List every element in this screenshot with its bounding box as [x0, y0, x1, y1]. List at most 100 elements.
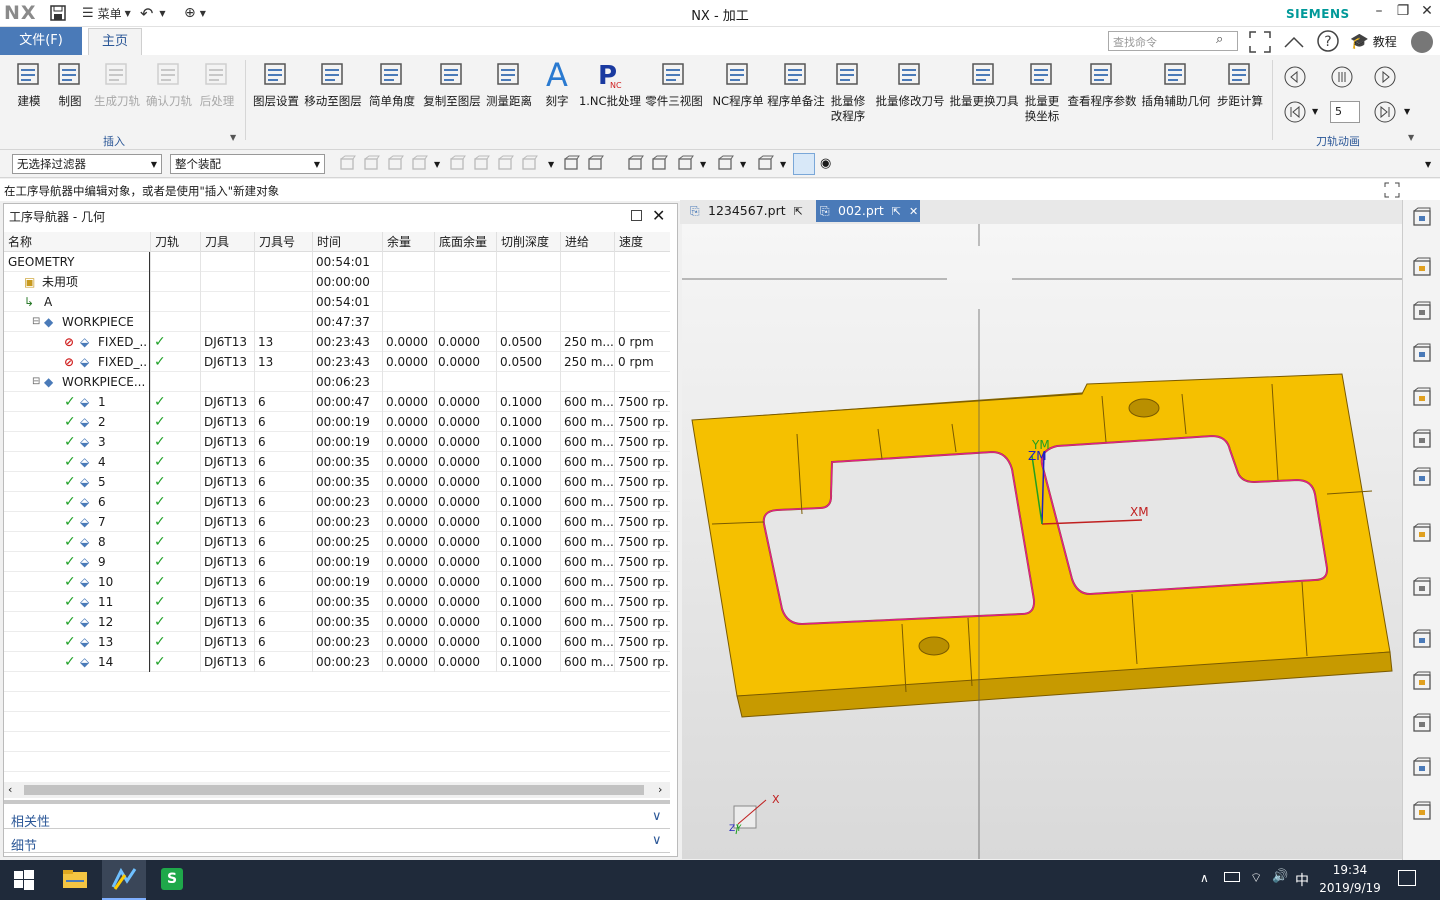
collapse-icon[interactable]: ⊟	[32, 372, 40, 392]
view-orient-icon[interactable]	[676, 155, 694, 173]
notification-icon[interactable]	[1398, 870, 1416, 886]
chevron-down-icon[interactable]: ▼	[1312, 107, 1318, 116]
ribbon-button-verify-toolpath[interactable]: 确认刀轨	[146, 58, 192, 124]
render-style-icon[interactable]	[650, 155, 668, 173]
ribbon-button-view-program-params[interactable]: 查看程序参数	[1068, 58, 1137, 124]
chevron-up-icon[interactable]: ∧	[1200, 871, 1209, 885]
table-row[interactable]: ✓ ⬙ 13 ✓ DJ6T13 6 00:00:23 0.0000 0.0000 0.1000 60…	[4, 632, 670, 652]
ribbon-button-batch-edit-program[interactable]: 批量修 改程序	[826, 58, 870, 124]
fit-view-icon[interactable]	[626, 155, 644, 173]
show-hide-icon[interactable]	[756, 155, 774, 173]
rewind-icon[interactable]	[1284, 66, 1306, 91]
fullscreen-icon[interactable]	[1248, 30, 1272, 54]
eye-icon[interactable]: ◉	[820, 156, 831, 171]
column-header[interactable]: 时间	[312, 232, 382, 252]
clock-date[interactable]: 2019/9/19	[1318, 881, 1382, 895]
wireframe-icon[interactable]	[586, 155, 604, 173]
column-header[interactable]: 名称	[4, 232, 150, 252]
system-materials-icon[interactable]	[1410, 756, 1434, 780]
collapse-ribbon-icon[interactable]	[1282, 30, 1306, 54]
snap-point-icon[interactable]	[410, 155, 428, 173]
column-header[interactable]: 余量	[382, 232, 434, 252]
step-back-icon[interactable]	[1284, 101, 1306, 126]
select-component-icon[interactable]	[448, 155, 466, 173]
animation-speed-spinner[interactable]: 5	[1330, 101, 1360, 123]
chevron-down-icon[interactable]: ▼	[780, 160, 786, 169]
ime-indicator[interactable]: 中	[1295, 870, 1309, 890]
maximize-view-icon[interactable]	[1384, 182, 1400, 201]
column-header[interactable]: 刀具	[200, 232, 254, 252]
select-feature-icon[interactable]	[338, 155, 356, 173]
ribbon-button-nc-batch[interactable]: P NC 1.NC批处理	[579, 58, 641, 124]
ribbon-button-batch-replace-csys[interactable]: 批量更 换坐标	[1022, 58, 1062, 124]
tab-home[interactable]: 主页	[88, 28, 142, 55]
column-header[interactable]: 刀轨	[150, 232, 200, 252]
table-row[interactable]: ⊘ ⬙ FIXED_... ✓ DJ6T13 13 00:23:43 0.0000 0.0000…	[4, 332, 670, 352]
mcs-display-toggle[interactable]	[793, 153, 815, 175]
ribbon-button-stepover-calc[interactable]: 步距计算	[1214, 58, 1266, 124]
ribbon-button-postprocess[interactable]: 后处理	[198, 58, 236, 124]
column-header[interactable]: 速度	[614, 232, 670, 252]
chevron-down-icon[interactable]: ▼	[1404, 107, 1410, 116]
table-row[interactable]: ▣ 未用项 00:00:00	[4, 272, 670, 292]
pause-icon[interactable]	[1331, 66, 1353, 91]
group-animation-expand-icon[interactable]: ▼	[1408, 133, 1414, 142]
table-row[interactable]: ✓ ⬙ 7 ✓ DJ6T13 6 00:00:23 0.0000 0.0000 0.1000 600…	[4, 512, 670, 532]
table-row[interactable]: ✓ ⬙ 12 ✓ DJ6T13 6 00:00:35 0.0000 0.0000 0.1000 60…	[4, 612, 670, 632]
tutorial-button[interactable]: 🎓 教程	[1350, 32, 1397, 50]
dependencies-panel-header[interactable]: 相关性 ∨	[4, 808, 670, 830]
select-edge-icon[interactable]	[386, 155, 404, 173]
close-button[interactable]: ✕	[1415, 3, 1439, 23]
horizontal-scrollbar[interactable]: ‹ ›	[4, 782, 670, 798]
table-row[interactable]: ⊘ ⬙ FIXED_... ✓ DJ6T13 13 00:23:43 0.0000 0.0000…	[4, 352, 670, 372]
table-row[interactable]: ⊟ ◆ WORKPIECE... 00:06:23	[4, 372, 670, 392]
ribbon-button-corner-geometry[interactable]: 插角辅助几何	[1142, 58, 1211, 124]
ribbon-button-text[interactable]: A 刻字	[540, 56, 574, 124]
chevron-down-icon[interactable]: ▼	[700, 160, 706, 169]
assembly-navigator-icon[interactable]	[1410, 300, 1434, 324]
ribbon-button-nc-program-sheet[interactable]: NC程序单	[712, 58, 764, 124]
chevron-down-icon[interactable]: ▼	[1425, 160, 1431, 169]
details-panel-header[interactable]: 细节 ∨	[4, 832, 670, 854]
select-face-icon[interactable]	[362, 155, 380, 173]
ribbon-button-copy-to-layer[interactable]: 复制至图层	[423, 58, 481, 124]
ribbon-button-program-note[interactable]: 程序单备注	[767, 58, 825, 124]
chevron-down-icon[interactable]: ▼	[548, 160, 554, 169]
training-icon[interactable]	[1410, 800, 1434, 824]
spreadsheet-app-icon[interactable]: S	[161, 868, 183, 890]
constraint-navigator-icon[interactable]	[1410, 342, 1434, 366]
column-header[interactable]: 进给	[560, 232, 614, 252]
panel-splitter[interactable]	[4, 800, 670, 804]
selection-filter-dropdown[interactable]: 无选择过滤器 ▼	[12, 154, 162, 174]
step-forward-icon[interactable]	[1374, 101, 1396, 126]
ribbon-button-generate-toolpath[interactable]: 生成刀轨	[94, 58, 140, 124]
column-header[interactable]: 刀具号	[254, 232, 312, 252]
chevron-down-icon[interactable]: ▼	[434, 160, 440, 169]
column-header[interactable]: 底面余量	[434, 232, 496, 252]
scroll-left-icon[interactable]: ‹	[8, 783, 12, 796]
table-row[interactable]: ✓ ⬙ 9 ✓ DJ6T13 6 00:00:19 0.0000 0.0000 0.1000 600…	[4, 552, 670, 572]
ribbon-button-simple-angle[interactable]: 简单角度	[369, 58, 415, 124]
snap-options-icon[interactable]	[520, 155, 538, 173]
web-browser-icon[interactable]	[1410, 576, 1434, 600]
nx-taskbar-button[interactable]	[102, 860, 146, 900]
machine-tool-navigator-icon[interactable]	[1410, 386, 1434, 410]
close-panel-icon[interactable]: ✕	[652, 206, 665, 225]
hd3d-tools-icon[interactable]	[1410, 522, 1434, 546]
part-navigator-icon[interactable]	[1410, 256, 1434, 280]
ribbon-button-layer-settings[interactable]: 图层设置	[253, 58, 299, 124]
volume-icon[interactable]: 🔊	[1272, 869, 1288, 884]
roles-icon[interactable]	[1410, 206, 1434, 230]
table-row[interactable]: ⊟ ◆ WORKPIECE 00:47:37	[4, 312, 670, 332]
maximize-panel-icon[interactable]	[631, 210, 642, 221]
chevron-down-icon[interactable]: ▼	[740, 160, 746, 169]
group-insert-expand-icon[interactable]: ▼	[230, 133, 236, 142]
collapse-icon[interactable]: ⊟	[32, 312, 40, 332]
help-icon[interactable]: ?	[1316, 29, 1340, 53]
table-row[interactable]: ✓ ⬙ 14 ✓ DJ6T13 6 00:00:23 0.0000 0.0000 0.1000 60…	[4, 652, 670, 672]
document-tab-1234567[interactable]: ⎘ 1234567.prt ⇱	[686, 200, 810, 222]
ribbon-button-measure-distance[interactable]: 测量距离	[486, 58, 532, 124]
table-row[interactable]: ✓ ⬙ 3 ✓ DJ6T13 6 00:00:19 0.0000 0.0000 0.1000 600…	[4, 432, 670, 452]
ribbon-button-batch-replace-tool[interactable]: 批量更换刀具	[950, 58, 1019, 124]
scroll-right-icon[interactable]: ›	[658, 783, 662, 796]
